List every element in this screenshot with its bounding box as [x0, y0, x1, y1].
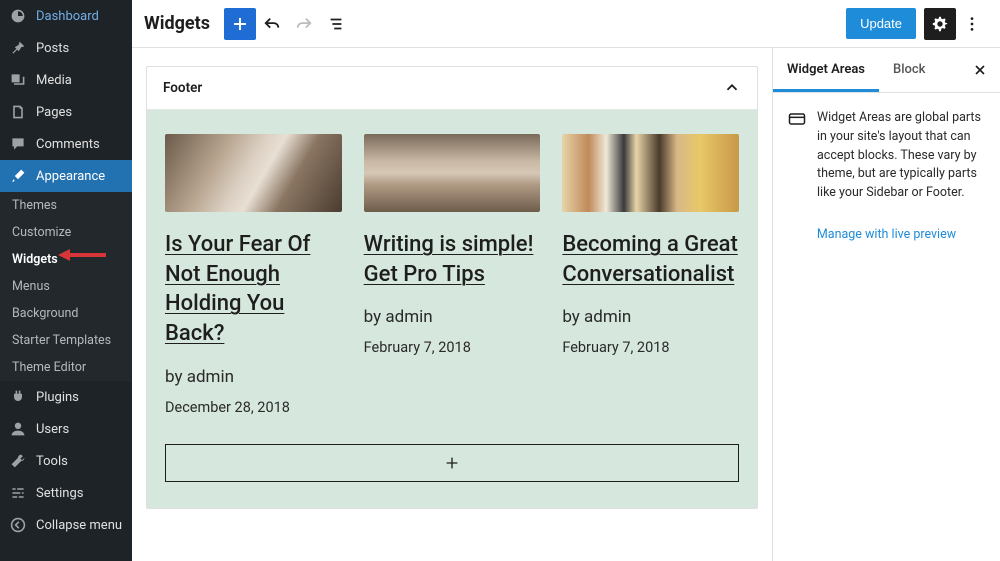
sidebar-item-users[interactable]: Users: [0, 413, 132, 445]
sidebar-label: Plugins: [36, 390, 79, 405]
live-preview-link[interactable]: Manage with live preview: [817, 227, 956, 242]
appearance-submenu: Themes Customize Widgets Menus Backgroun…: [0, 192, 132, 381]
inspector-tabs: Widget Areas Block: [773, 48, 1000, 93]
sidebar-item-dashboard[interactable]: Dashboard: [0, 0, 132, 32]
post-thumbnail: [165, 134, 342, 212]
sidebar-label: Posts: [36, 41, 69, 56]
add-block-appender[interactable]: [165, 444, 739, 482]
sidebar-label: Media: [36, 73, 72, 88]
update-button[interactable]: Update: [846, 8, 916, 39]
redo-button[interactable]: [288, 8, 320, 40]
editor-topbar: Widgets Update: [132, 0, 1000, 48]
collapse-icon: [9, 516, 27, 534]
sidebar-label: Appearance: [36, 169, 105, 184]
editor-canvas: Footer Is Your Fear Of Not Enough Holdin…: [132, 48, 772, 561]
redo-icon: [295, 15, 313, 33]
sidebar-item-appearance[interactable]: Appearance: [0, 160, 132, 192]
post-thumbnail: [364, 134, 541, 212]
main-area: Widgets Update Footer: [132, 0, 1000, 561]
post-title[interactable]: Writing is simple! Get Pro Tips: [364, 230, 541, 289]
post-title[interactable]: Becoming a Great Conversationalist: [562, 230, 739, 289]
kebab-icon: [963, 15, 981, 33]
media-icon: [9, 71, 27, 89]
sidebar-label: Users: [36, 422, 69, 437]
undo-icon: [263, 15, 281, 33]
widget-area-panel: Footer Is Your Fear Of Not Enough Holdin…: [146, 66, 758, 509]
settings-inspector: Widget Areas Block Widget Areas are glob…: [772, 48, 1000, 561]
panel-header[interactable]: Footer: [147, 67, 757, 110]
page-icon: [9, 103, 27, 121]
dashboard-icon: [9, 7, 27, 25]
sidebar-item-media[interactable]: Media: [0, 64, 132, 96]
options-button[interactable]: [956, 8, 988, 40]
user-icon: [9, 420, 27, 438]
sidebar-item-pages[interactable]: Pages: [0, 96, 132, 128]
inspector-body: Widget Areas are global parts in your si…: [773, 93, 1000, 219]
pin-icon: [9, 39, 27, 57]
post-date: December 28, 2018: [165, 399, 342, 416]
posts-grid: Is Your Fear Of Not Enough Holding You B…: [165, 134, 739, 416]
wrench-icon: [9, 452, 27, 470]
subitem-starter-templates[interactable]: Starter Templates: [0, 327, 132, 354]
sidebar-label: Tools: [36, 454, 68, 469]
post-card[interactable]: Writing is simple! Get Pro Tips by admin…: [364, 134, 541, 416]
sliders-icon: [9, 484, 27, 502]
sidebar-label: Comments: [36, 137, 100, 152]
plus-icon: [230, 14, 250, 34]
post-date: February 7, 2018: [364, 339, 541, 356]
list-view-icon: [327, 15, 345, 33]
post-date: February 7, 2018: [562, 339, 739, 356]
plus-icon: [443, 454, 461, 472]
comment-icon: [9, 135, 27, 153]
post-title[interactable]: Is Your Fear Of Not Enough Holding You B…: [165, 230, 342, 349]
inspector-link-row: Manage with live preview: [773, 219, 1000, 250]
sidebar-label: Collapse menu: [36, 518, 122, 533]
active-indicator: [132, 168, 140, 184]
tab-widget-areas[interactable]: Widget Areas: [773, 48, 879, 92]
tab-block[interactable]: Block: [879, 48, 939, 92]
admin-sidebar: Dashboard Posts Media Pages Comments App…: [0, 0, 132, 561]
sidebar-item-comments[interactable]: Comments: [0, 128, 132, 160]
sidebar-item-settings[interactable]: Settings: [0, 477, 132, 509]
content-row: Footer Is Your Fear Of Not Enough Holdin…: [132, 48, 1000, 561]
chevron-up-icon: [723, 79, 741, 97]
plugin-icon: [9, 388, 27, 406]
settings-button[interactable]: [924, 8, 956, 40]
sidebar-label: Dashboard: [36, 9, 99, 24]
sidebar-item-collapse[interactable]: Collapse menu: [0, 509, 132, 541]
gear-icon: [931, 15, 949, 33]
undo-button[interactable]: [256, 8, 288, 40]
add-block-button[interactable]: [224, 8, 256, 40]
sidebar-item-tools[interactable]: Tools: [0, 445, 132, 477]
brush-icon: [9, 167, 27, 185]
close-icon: [972, 62, 988, 78]
list-view-button[interactable]: [320, 8, 352, 40]
subitem-menus[interactable]: Menus: [0, 273, 132, 300]
sidebar-label: Pages: [36, 105, 72, 120]
post-card[interactable]: Is Your Fear Of Not Enough Holding You B…: [165, 134, 342, 416]
post-thumbnail: [562, 134, 739, 212]
inspector-description: Widget Areas are global parts in your si…: [817, 109, 986, 203]
sidebar-item-posts[interactable]: Posts: [0, 32, 132, 64]
subitem-themes[interactable]: Themes: [0, 192, 132, 219]
page-title: Widgets: [144, 13, 210, 34]
annotation-arrow: [58, 249, 106, 261]
subitem-customize[interactable]: Customize: [0, 219, 132, 246]
subitem-background[interactable]: Background: [0, 300, 132, 327]
close-inspector-button[interactable]: [960, 48, 1000, 92]
panel-body: Is Your Fear Of Not Enough Holding You B…: [147, 110, 757, 508]
widget-area-icon: [787, 109, 807, 203]
post-card[interactable]: Becoming a Great Conversationalist by ad…: [562, 134, 739, 416]
panel-title: Footer: [163, 80, 202, 96]
post-author: by admin: [364, 307, 541, 327]
sidebar-label: Settings: [36, 486, 83, 501]
post-author: by admin: [165, 367, 342, 387]
subitem-widgets[interactable]: Widgets: [0, 246, 132, 273]
sidebar-item-plugins[interactable]: Plugins: [0, 381, 132, 413]
post-author: by admin: [562, 307, 739, 327]
subitem-theme-editor[interactable]: Theme Editor: [0, 354, 132, 381]
